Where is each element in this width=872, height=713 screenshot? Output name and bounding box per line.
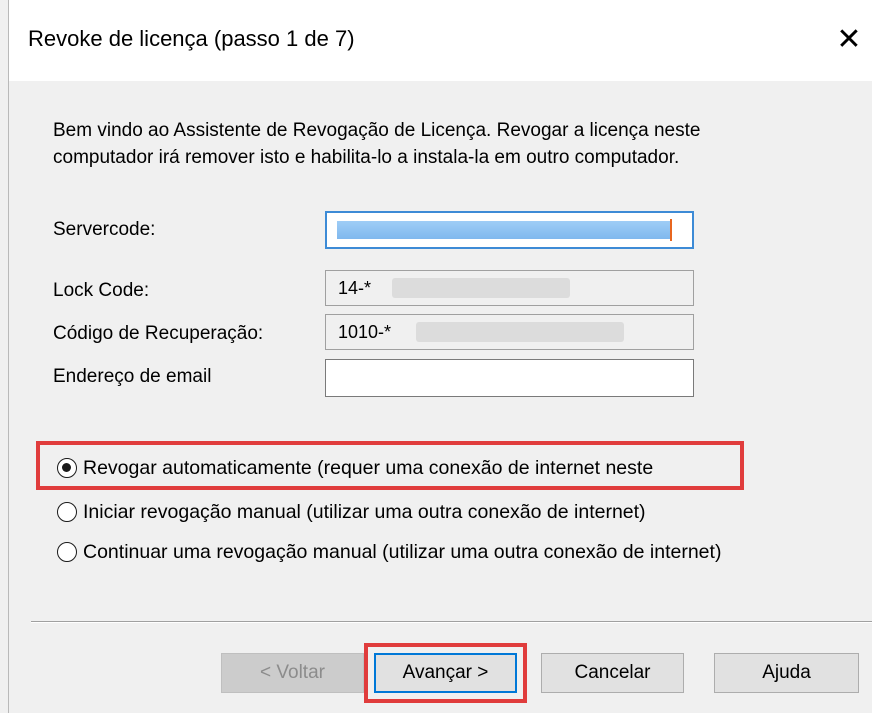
option-manual-start-label: Iniciar revogação manual (utilizar uma o… bbox=[83, 500, 646, 523]
email-input[interactable] bbox=[325, 359, 694, 397]
redacted-area bbox=[392, 278, 570, 298]
back-button[interactable]: < Voltar bbox=[221, 653, 364, 693]
option-manual-start[interactable]: Iniciar revogação manual (utilizar uma o… bbox=[57, 497, 757, 527]
revoke-license-dialog: Revoke de licença (passo 1 de 7) ✕ Bem v… bbox=[8, 0, 872, 713]
lockcode-field[interactable]: 14-* bbox=[325, 270, 694, 306]
text-caret bbox=[670, 219, 672, 241]
servercode-label: Servercode: bbox=[53, 219, 156, 240]
recovery-code-value: 1010-* bbox=[338, 322, 392, 342]
redacted-area bbox=[416, 322, 624, 342]
lockcode-value: 14-* bbox=[338, 278, 372, 298]
radio-button[interactable] bbox=[57, 502, 77, 522]
lockcode-label: Lock Code: bbox=[53, 280, 150, 301]
radio-button[interactable] bbox=[57, 542, 77, 562]
highlight-box-option bbox=[36, 441, 744, 490]
recovery-code-label: Código de Recuperação: bbox=[53, 323, 264, 344]
option-manual-continue[interactable]: Continuar uma revogação manual (utilizar… bbox=[57, 537, 721, 567]
help-button[interactable]: Ajuda bbox=[714, 653, 859, 693]
cancel-button[interactable]: Cancelar bbox=[541, 653, 684, 693]
dialog-title: Revoke de licença (passo 1 de 7) bbox=[28, 26, 355, 51]
selected-text-highlight bbox=[337, 221, 670, 239]
highlight-box-next bbox=[364, 643, 527, 703]
close-button[interactable]: ✕ bbox=[825, 12, 872, 66]
separator bbox=[31, 621, 872, 623]
email-label: Endereço de email bbox=[53, 366, 212, 387]
option-manual-continue-label: Continuar uma revogação manual (utilizar… bbox=[83, 540, 721, 563]
intro-text: Bem vindo ao Assistente de Revogação de … bbox=[53, 120, 701, 168]
close-icon: ✕ bbox=[836, 22, 862, 56]
servercode-input[interactable] bbox=[325, 211, 694, 249]
recovery-code-field[interactable]: 1010-* bbox=[325, 314, 694, 350]
title-bar: Revoke de licença (passo 1 de 7) ✕ bbox=[9, 0, 872, 81]
